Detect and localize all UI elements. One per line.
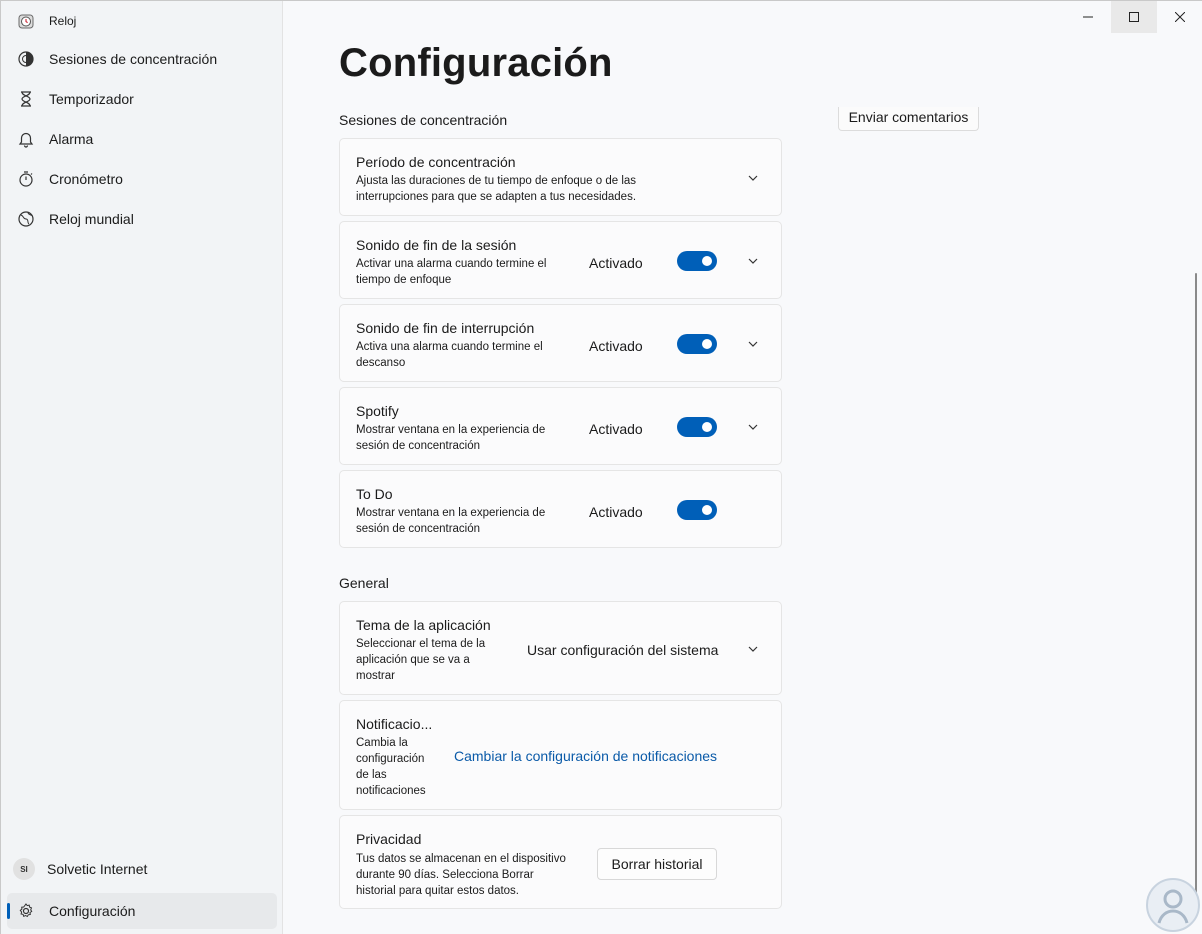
app-window: Reloj Sesiones de concentración Temporiz… [0, 0, 1202, 934]
card-desc-line-2: configuración [356, 753, 425, 765]
spotify-toggle[interactable] [677, 417, 717, 437]
todo-card[interactable]: To Do Mostrar ventana en la experiencia … [339, 470, 782, 548]
watermark-logo-icon [1145, 877, 1201, 933]
privacy-card: Privacidad Tus datos se almacenan en el … [339, 815, 782, 909]
sidebar-item-label: Temporizador [49, 91, 134, 107]
sidebar-item-label: Reloj mundial [49, 211, 134, 227]
break-end-sound-toggle[interactable] [677, 334, 717, 354]
sidebar-item-label: Alarma [49, 131, 94, 147]
theme-select-value[interactable]: Usar configuración del sistema [527, 642, 718, 658]
notifications-card: Notificacio... Cambia la configuración d… [339, 700, 782, 810]
globe-icon [17, 210, 35, 228]
sidebar-item-label: Sesiones de concentración [49, 51, 218, 67]
card-title: Notificacio... [356, 716, 433, 732]
card-title: Privacidad [356, 831, 422, 847]
card-desc-line-2: sesión de concentración [356, 523, 481, 535]
toggle-state-label: Activado [589, 421, 643, 437]
gear-icon [17, 902, 35, 920]
chevron-down-icon[interactable] [745, 253, 761, 269]
main-content: Configuración Enviar comentarios Sesione… [283, 1, 1202, 934]
close-button[interactable] [1157, 1, 1202, 33]
card-desc-line-1: Ajusta las duraciones de tu tiempo de en… [356, 175, 637, 187]
sidebar-item-label: Configuración [49, 903, 136, 919]
sidebar-item-alarm[interactable]: Alarma [7, 121, 277, 157]
change-notifications-link[interactable]: Cambiar la configuración de notificacion… [454, 748, 717, 764]
card-desc-line-2: aplicación que se va a [356, 654, 470, 666]
sidebar-item-timer[interactable]: Temporizador [7, 81, 277, 117]
session-end-sound-card[interactable]: Sonido de fin de la sesión Activar una a… [339, 221, 782, 299]
chevron-down-icon[interactable] [745, 641, 761, 657]
bell-icon [17, 130, 35, 148]
card-desc-line-1: Mostrar ventana en la experiencia de [356, 507, 546, 519]
card-desc-line-3: de las [356, 769, 387, 781]
account-name: Solvetic Internet [47, 861, 148, 877]
stopwatch-icon [17, 170, 35, 188]
chevron-down-icon[interactable] [745, 336, 761, 352]
close-icon [1175, 12, 1185, 22]
maximize-icon [1129, 12, 1139, 22]
sidebar-item-label: Cronómetro [49, 171, 123, 187]
toggle-state-label: Activado [589, 255, 643, 271]
app-title-bar: Reloj [17, 11, 76, 31]
card-desc-line-1: Cambia la [356, 737, 408, 749]
card-title: Período de concentración [356, 154, 516, 170]
app-theme-card[interactable]: Tema de la aplicación Seleccionar el tem… [339, 601, 782, 695]
card-desc-line-2: tiempo de enfoque [356, 274, 452, 286]
account-item[interactable]: SI Solvetic Internet [7, 851, 277, 887]
card-desc-line-1: Activar una alarma cuando termine el [356, 258, 547, 270]
card-desc-line-2: sesión de concentración [356, 440, 481, 452]
page-title: Configuración [339, 41, 613, 85]
toggle-state-label: Activado [589, 504, 643, 520]
minimize-icon [1083, 16, 1093, 18]
sidebar-item-stopwatch[interactable]: Cronómetro [7, 161, 277, 197]
section-focus-heading: Sesiones de concentración [339, 112, 508, 128]
card-desc-line-3: historial para quitar estos datos. [356, 885, 520, 897]
card-title: Spotify [356, 403, 399, 419]
focus-period-card[interactable]: Período de concentración Ajusta las dura… [339, 138, 782, 216]
hourglass-icon [17, 90, 35, 108]
vertical-scrollbar[interactable] [1195, 273, 1197, 903]
card-desc-line-2: descanso [356, 357, 406, 369]
card-desc-line-1: Activa una alarma cuando termine el [356, 341, 543, 353]
section-general-heading: General [339, 575, 389, 591]
minimize-button[interactable] [1065, 1, 1111, 33]
card-desc-line-1: Mostrar ventana en la experiencia de [356, 424, 546, 436]
spotify-card[interactable]: Spotify Mostrar ventana en la experienci… [339, 387, 782, 465]
chevron-down-icon[interactable] [745, 170, 761, 186]
break-end-sound-card[interactable]: Sonido de fin de interrupción Activa una… [339, 304, 782, 382]
maximize-button[interactable] [1111, 1, 1157, 33]
chevron-down-icon[interactable] [745, 419, 761, 435]
card-title: Sonido de fin de la sesión [356, 237, 517, 253]
card-title: Sonido de fin de interrupción [356, 320, 535, 336]
card-desc-line-1: Seleccionar el tema de la [356, 638, 486, 650]
send-feedback-button[interactable]: Enviar comentarios [838, 107, 979, 131]
toggle-state-label: Activado [589, 338, 643, 354]
todo-toggle[interactable] [677, 500, 717, 520]
card-desc-line-3: mostrar [356, 670, 395, 682]
card-desc-line-2: interrupciones para que se adapten a tus… [356, 191, 637, 203]
app-title: Reloj [49, 14, 77, 28]
card-title: Tema de la aplicación [356, 617, 491, 633]
sidebar-item-settings[interactable]: Configuración [7, 893, 277, 929]
clock-app-icon [17, 12, 35, 30]
sidebar: Reloj Sesiones de concentración Temporiz… [1, 1, 283, 934]
card-title: To Do [356, 486, 393, 502]
window-controls [1065, 1, 1202, 33]
session-end-sound-toggle[interactable] [677, 251, 717, 271]
card-desc-line-1: Tus datos se almacenan en el dispositivo [356, 853, 566, 865]
card-desc-line-2: durante 90 días. Selecciona Borrar [356, 869, 534, 881]
sidebar-item-world-clock[interactable]: Reloj mundial [7, 201, 277, 237]
sidebar-item-focus-sessions[interactable]: Sesiones de concentración [7, 41, 277, 77]
clear-history-button[interactable]: Borrar historial [597, 848, 717, 880]
card-desc-line-4: notificaciones [356, 785, 426, 797]
avatar: SI [13, 858, 35, 880]
focus-icon [17, 50, 35, 68]
